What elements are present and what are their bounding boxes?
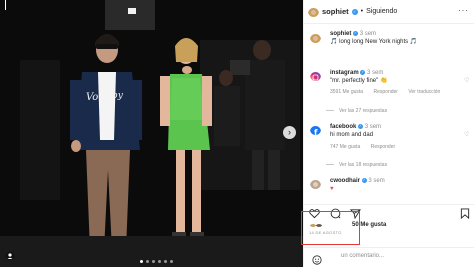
comment-meta: 3591 Me gusta Responder Ver traducción (330, 89, 440, 95)
verified-badge-icon: ✓ (353, 31, 359, 36)
caption-username[interactable]: sophiet (330, 31, 351, 37)
comment-username[interactable]: cwoodhair (330, 178, 360, 184)
comment-text: hi mom and dad (330, 132, 374, 138)
carousel-dot (152, 260, 155, 263)
user-tags-icon[interactable] (5, 251, 15, 261)
emoji-icon[interactable] (312, 252, 322, 270)
comment-text: "mr. perfectly fine" 👏 (330, 78, 388, 84)
comment-time: 3 sem (368, 178, 385, 184)
view-replies-link[interactable]: Ver las 27 respuestas (339, 108, 387, 114)
photo-illustration: Vo by (0, 0, 303, 267)
header-separator: • (360, 8, 364, 15)
caption-avatar[interactable] (310, 32, 321, 43)
comment-header: cwoodhair ✓ 3 sem (330, 177, 385, 185)
translate-link[interactable]: Ver traducción (408, 89, 440, 95)
next-photo-button[interactable]: › (283, 126, 296, 139)
carousel-dots (140, 260, 173, 263)
reply-link[interactable]: Responder (373, 89, 397, 95)
comment-avatar-instagram[interactable] (310, 70, 321, 81)
comment-input[interactable]: un comentario... (341, 253, 384, 259)
view-replies-link[interactable]: Ver las 18 respuestas (339, 162, 387, 168)
comment-text: ♥ (330, 186, 334, 192)
comment-header: facebook ✓ 3 sem (330, 123, 381, 131)
carousel-dot (158, 260, 161, 263)
verified-badge-icon: ✓ (361, 178, 367, 183)
comment-avatar-facebook[interactable]: f (310, 124, 321, 135)
carousel-dot (164, 260, 167, 263)
caption-time: 3 sem (359, 31, 377, 37)
svg-text:by: by (112, 91, 124, 101)
comment-likes[interactable]: 3591 Me gusta (330, 89, 363, 95)
highlight-annotation-box (301, 211, 360, 245)
verified-badge-icon: ✓ (360, 70, 366, 75)
post-header: sophiet ✓ • Siguiendo ··· (304, 0, 474, 24)
carousel-dot (170, 260, 173, 263)
svg-text:Vo: Vo (86, 92, 98, 103)
add-comment-bar: un comentario... (303, 247, 474, 267)
author-avatar[interactable] (308, 6, 319, 17)
comment-time: 3 sem (364, 124, 382, 130)
carousel-dot (146, 260, 149, 263)
comment-avatar-cwoodhair[interactable] (310, 178, 321, 189)
comment-meta: 747 Me gusta Responder (330, 144, 395, 150)
chevron-right-icon: › (288, 127, 291, 137)
comment-time: 3 sem (367, 70, 384, 76)
comment-likes[interactable]: 747 Me gusta (330, 144, 360, 150)
bookmark-icon[interactable] (460, 206, 470, 224)
like-comment-heart-icon[interactable]: ♡ (464, 77, 469, 84)
verified-badge-icon: ✓ (351, 8, 358, 15)
photo-corner-marker (4, 0, 14, 10)
author-username[interactable]: sophiet (322, 7, 349, 16)
following-button[interactable]: Siguiendo (366, 8, 397, 15)
post-photo[interactable]: Vo by › (0, 0, 303, 267)
caption-header: sophiet ✓ 3 sem (330, 30, 376, 38)
comment-username[interactable]: facebook (330, 124, 356, 130)
comment-username[interactable]: instagram (330, 70, 359, 76)
carousel-dot (140, 260, 143, 263)
comment-header: instagram ✓ 3 sem (330, 69, 383, 77)
like-comment-heart-icon[interactable]: ♡ (464, 131, 469, 138)
more-options-icon[interactable]: ··· (458, 6, 469, 15)
verified-badge-icon: ✓ (358, 124, 364, 129)
svg-text:f: f (314, 128, 318, 135)
caption-text: 🎵 long long New York nights 🎵 (330, 39, 418, 45)
reply-link[interactable]: Responder (371, 144, 395, 150)
